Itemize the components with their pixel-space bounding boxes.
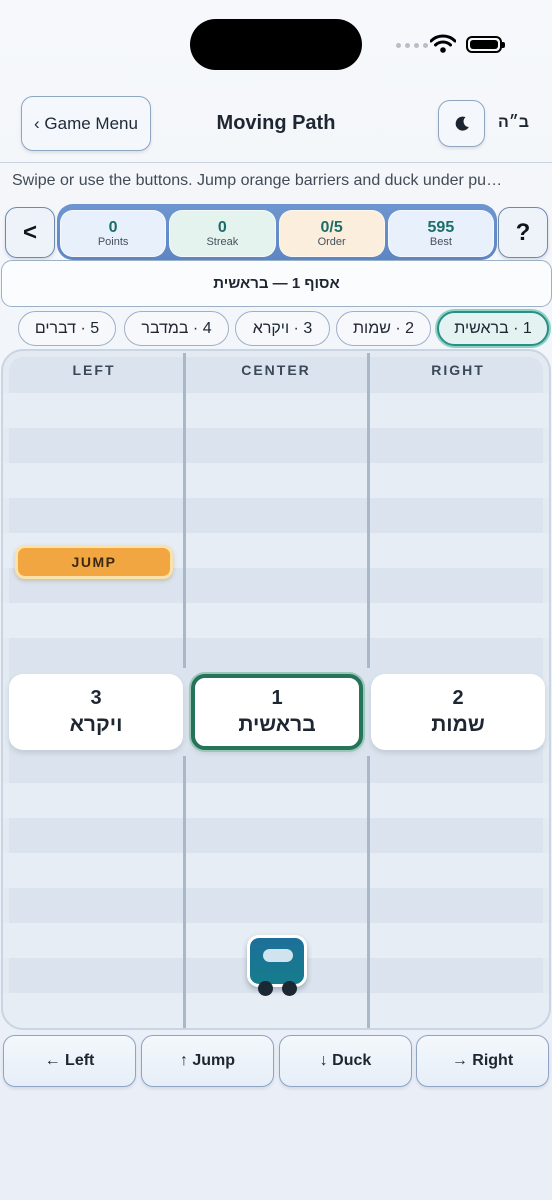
track-stripe <box>3 603 549 638</box>
order-label: Order <box>317 235 346 248</box>
wheel-icon <box>282 981 297 996</box>
book-card-number: 3 <box>90 687 102 709</box>
status-bar <box>0 0 552 88</box>
chip-book-2[interactable]: 2 · שמות <box>336 311 431 346</box>
lane-label-right: RIGHT <box>431 362 485 378</box>
points-label: Points <box>97 235 129 248</box>
book-card-name: ויקרא <box>69 713 123 736</box>
lane-divider-right <box>367 756 370 1028</box>
duck-button[interactable]: ↓ Duck <box>279 1035 412 1087</box>
lane-divider-right <box>367 353 370 668</box>
stats-bar: 0 Points 0 Streak 0/5 Order 595 Best <box>57 204 497 260</box>
points-stat: 0 Points <box>60 210 167 257</box>
book-chips: 1 · בראשית 2 · שמות 3 · ויקרא 4 · במדבר … <box>0 311 552 347</box>
book-card-left: 3 ויקרא <box>9 674 183 750</box>
wifi-icon <box>430 34 456 53</box>
game-menu-button[interactable]: ‹ Game Menu <box>21 96 151 151</box>
lane-divider-left <box>183 756 186 1028</box>
streak-stat: 0 Streak <box>169 210 276 257</box>
camera-notch <box>190 19 362 70</box>
jump-barrier: JUMP <box>15 545 173 579</box>
player-vehicle <box>246 935 308 999</box>
track-stripe <box>3 393 549 428</box>
game-track[interactable]: LEFT CENTER RIGHT JUMP 3 ויקרא 1 בראשית … <box>1 349 551 1030</box>
player-window <box>263 949 293 962</box>
order-stat: 0/5 Order <box>278 210 385 257</box>
set-banner: אסוף 1 — בראשית <box>1 260 552 307</box>
battery-icon <box>466 36 505 53</box>
wheel-icon <box>258 981 273 996</box>
chip-book-4[interactable]: 4 · במדבר <box>124 311 229 346</box>
streak-value: 0 <box>217 218 227 236</box>
book-card-number: 1 <box>271 687 283 709</box>
best-label: Best <box>429 235 452 248</box>
book-card-right: 2 שמות <box>371 674 545 750</box>
order-value: 0/5 <box>320 218 343 236</box>
left-button[interactable]: ← Left <box>3 1035 136 1087</box>
lane-label-left: LEFT <box>72 362 116 378</box>
book-card-name: שמות <box>431 713 485 736</box>
best-stat: 595 Best <box>387 210 494 257</box>
signal-icon <box>396 43 428 48</box>
book-card-center: 1 בראשית <box>191 674 363 750</box>
bh-label: ב״ה <box>498 114 530 131</box>
best-value: 595 <box>427 218 455 236</box>
track-stripe <box>3 463 549 498</box>
jump-button[interactable]: ↑ Jump <box>141 1035 274 1087</box>
moon-icon <box>455 116 469 131</box>
lane-divider-left <box>183 353 186 668</box>
book-card-number: 2 <box>452 687 464 709</box>
help-button[interactable]: ? <box>498 207 548 258</box>
chip-book-5[interactable]: 5 · דברים <box>18 311 116 346</box>
chip-book-3[interactable]: 3 · ויקרא <box>235 311 330 346</box>
right-button[interactable]: → Right <box>416 1035 549 1087</box>
instructions-text: Swipe or use the buttons. Jump orange ba… <box>12 172 503 189</box>
header-divider <box>0 162 552 163</box>
track-stripe <box>3 853 549 888</box>
chip-book-1[interactable]: 1 · בראשית <box>437 311 549 346</box>
streak-label: Streak <box>206 235 239 248</box>
stats-row: < 0 Points 0 Streak 0/5 Order 595 Best ? <box>0 203 552 260</box>
theme-toggle-button[interactable] <box>438 100 485 147</box>
track-stripe <box>3 783 549 818</box>
points-value: 0 <box>108 218 118 236</box>
player-body <box>247 935 307 987</box>
app-header: ‹ Game Menu Moving Path ב״ה <box>0 88 552 162</box>
lane-label-center: CENTER <box>241 362 311 378</box>
book-card-name: בראשית <box>238 713 316 736</box>
back-button[interactable]: < <box>5 207 55 258</box>
control-buttons: ← Left ↑ Jump ↓ Duck → Right <box>0 1035 552 1089</box>
